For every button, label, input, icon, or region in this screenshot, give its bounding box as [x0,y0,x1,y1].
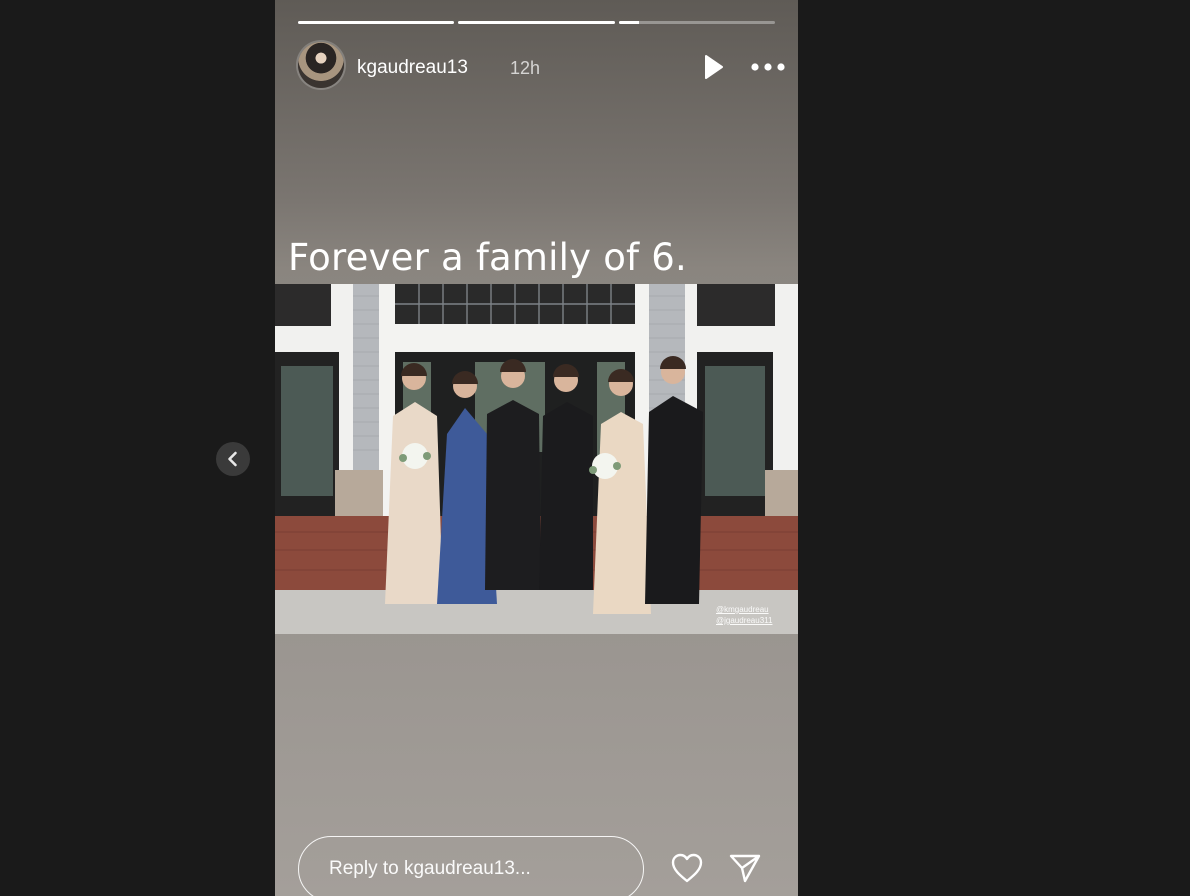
share-button[interactable] [727,851,763,885]
story-caption: Forever a family of 6. [288,236,687,279]
family-photo [275,284,798,634]
avatar[interactable] [298,42,344,88]
story-viewer[interactable]: kgaudreau13 12h Forever a family of 6. @… [275,0,798,896]
photo-credits[interactable]: @kmgaudreau @jgaudreau311 [716,604,772,626]
more-options-button[interactable] [746,52,790,82]
post-time: 12h [510,58,541,78]
more-horizontal-icon [751,63,785,71]
reply-input[interactable] [298,836,644,896]
heart-icon [671,853,703,883]
chevron-left-icon [228,451,237,467]
photo-credit[interactable]: @kmgaudreau [716,604,772,615]
progress-segment [458,21,615,24]
story-header: kgaudreau13 12h [298,42,785,90]
progress-segment [298,21,455,24]
send-icon [729,854,761,883]
previous-story-button[interactable] [216,442,250,476]
play-icon [705,55,723,79]
like-button[interactable] [669,851,705,885]
username[interactable]: kgaudreau13 [357,57,468,79]
progress-segment [618,21,775,24]
story-progress [298,21,775,24]
photo-credit[interactable]: @jgaudreau311 [716,615,772,626]
play-button[interactable] [698,52,730,82]
